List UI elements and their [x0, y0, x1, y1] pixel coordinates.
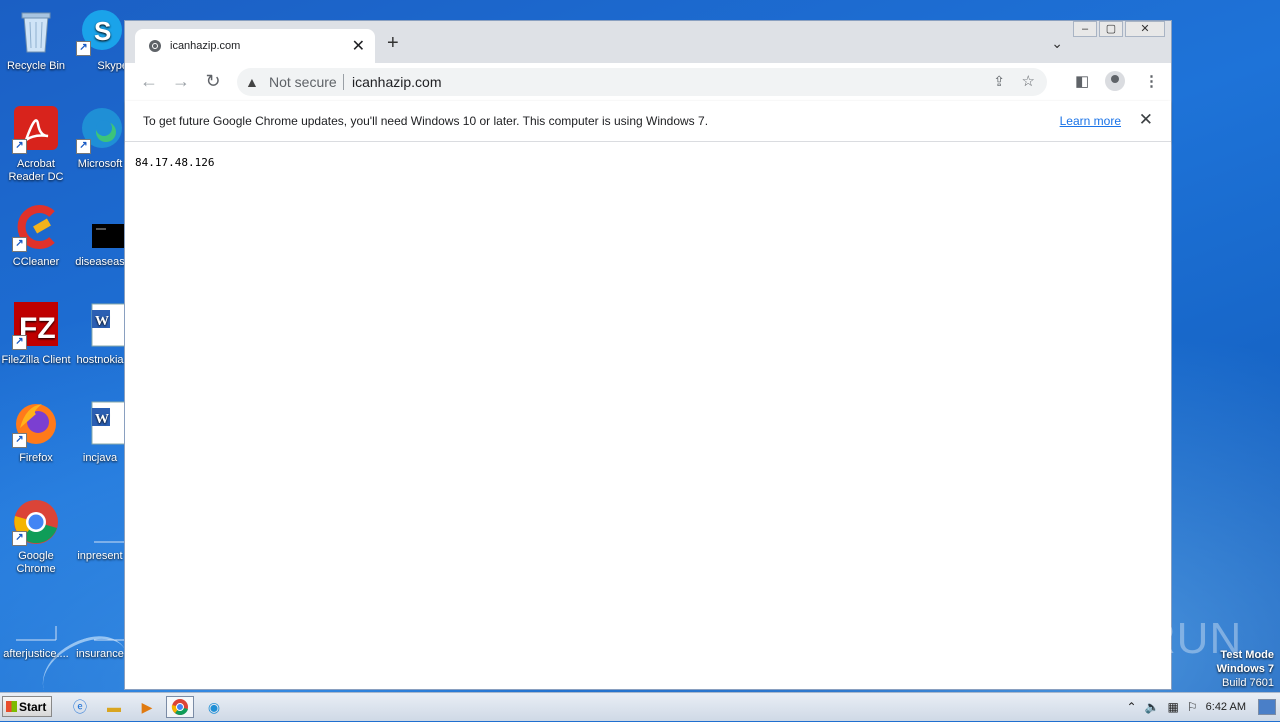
profile-avatar-icon[interactable]	[1105, 71, 1125, 91]
url-text[interactable]: icanhazip.com	[352, 74, 442, 90]
clock[interactable]: 6:42 AM	[1206, 701, 1246, 713]
side-panel-icon[interactable]: ◧	[1075, 72, 1089, 90]
watermark: ANY RUN	[1038, 614, 1243, 663]
shortcut-arrow-icon: ↗	[12, 237, 27, 252]
shortcut-arrow-icon: ↗	[12, 433, 27, 448]
security-status[interactable]: Not secure	[269, 74, 337, 90]
learn-more-link[interactable]: Learn more	[1060, 114, 1121, 128]
shortcut-arrow-icon: ↗	[12, 531, 27, 546]
bookmark-star-icon[interactable]: ☆	[1022, 72, 1035, 90]
desktop-icon-filezilla[interactable]: FZ ↗ FileZilla Client	[0, 302, 74, 367]
desktop-icon-google-chrome[interactable]: ↗ Google Chrome	[0, 498, 74, 576]
new-tab-button[interactable]: +	[387, 33, 399, 53]
taskbar-ie-icon[interactable]: ⓔ	[66, 696, 94, 718]
browser-tab[interactable]: icanhazip.com ✕	[135, 29, 375, 63]
globe-icon	[149, 40, 161, 52]
chrome-icon: ↗	[12, 498, 60, 546]
network-icon[interactable]: ▦	[1168, 700, 1179, 714]
share-icon[interactable]: ⇪	[993, 73, 1005, 90]
ip-address-text: 84.17.48.126	[135, 156, 215, 169]
tab-title: icanhazip.com	[170, 40, 241, 52]
taskbar-explorer-icon[interactable]: ▬	[100, 696, 128, 718]
tab-search-chevron-icon[interactable]: ⌄	[1051, 35, 1063, 52]
show-desktop-button[interactable]	[1258, 699, 1276, 715]
minimize-button[interactable]: –	[1073, 21, 1097, 37]
test-mode-notice: Test Mode Windows 7 Build 7601	[1216, 649, 1274, 689]
acrobat-icon: ↗	[12, 106, 60, 154]
desktop-icon-microsoft-edge[interactable]: ↗ Microsoft	[72, 106, 128, 171]
reload-button[interactable]: ↻	[203, 71, 223, 91]
chrome-window: – ▢ ✕ icanhazip.com ✕ + ⌄ ← → ↻ ▲ Not se…	[124, 20, 1172, 690]
menu-kebab-icon[interactable]: ⋮	[1144, 72, 1159, 90]
warning-icon[interactable]: ▲	[245, 74, 259, 90]
start-button[interactable]: Start	[2, 696, 52, 717]
shortcut-arrow-icon: ↗	[12, 335, 27, 350]
page-content: 84.17.48.126	[125, 142, 1171, 689]
file-icon	[12, 596, 60, 644]
volume-icon[interactable]: 🔈	[1145, 700, 1160, 714]
update-infobar: To get future Google Chrome updates, you…	[125, 101, 1171, 142]
action-center-flag-icon[interactable]: ⚐	[1187, 700, 1198, 714]
windows-flag-icon	[6, 701, 17, 712]
infobar-message: To get future Google Chrome updates, you…	[143, 114, 709, 128]
desktop-icon-insurance[interactable]: insurance	[72, 596, 128, 661]
word-doc-icon: W	[76, 302, 127, 350]
desktop-icon-acrobat[interactable]: ↗ Acrobat Reader DC	[0, 106, 74, 184]
desktop-icon-afterjustice[interactable]: afterjustice....	[0, 596, 74, 661]
desktop-icon-skype[interactable]: S ↗ Skype	[72, 8, 128, 73]
shortcut-arrow-icon: ↗	[76, 139, 91, 154]
taskbar-media-player-icon[interactable]: ▶	[133, 696, 161, 718]
desktop-icon-ccleaner[interactable]: ↗ CCleaner	[0, 204, 74, 269]
shortcut-arrow-icon: ↗	[76, 41, 91, 56]
firefox-icon: ↗	[12, 400, 60, 448]
omnibox-divider	[343, 74, 344, 90]
desktop-icon-recycle-bin[interactable]: Recycle Bin	[0, 8, 74, 73]
svg-text:W: W	[95, 412, 109, 427]
system-tray: ⌃ 🔈 ▦ ⚐ 6:42 AM	[1127, 693, 1280, 721]
recycle-bin-icon	[12, 8, 60, 56]
skype-icon: S ↗	[76, 8, 124, 56]
taskbar: Start ⓔ ▬ ▶ ◉ ⌃ 🔈 ▦ ⚐ 6:42 AM	[0, 692, 1280, 721]
shortcut-arrow-icon: ↗	[12, 139, 27, 154]
svg-text:S: S	[94, 16, 111, 46]
infobar-close-icon[interactable]: ✕	[1139, 110, 1153, 130]
ccleaner-icon: ↗	[12, 204, 60, 252]
filezilla-icon: FZ ↗	[12, 302, 60, 350]
file-icon	[76, 204, 132, 252]
tab-close-icon[interactable]: ✕	[352, 36, 365, 56]
window-controls: – ▢ ✕	[1071, 21, 1165, 39]
desktop-icon-firefox[interactable]: ↗ Firefox	[0, 400, 74, 465]
forward-button[interactable]: →	[171, 71, 191, 91]
file-icon	[76, 498, 126, 546]
browser-toolbar: ← → ↻ ▲ Not secure icanhazip.com ⇪ ☆ ◧ ⋮	[125, 63, 1171, 102]
desktop-icon-hostnokia[interactable]: W hostnokia	[72, 302, 128, 367]
desktop-icon-incjava[interactable]: W incjava	[72, 400, 128, 465]
close-window-button[interactable]: ✕	[1125, 21, 1165, 37]
taskbar-chrome-icon[interactable]	[166, 696, 194, 718]
svg-text:W: W	[95, 314, 109, 329]
desktop-icon-inpresent[interactable]: inpresent	[72, 498, 128, 563]
tray-expand-icon[interactable]: ⌃	[1127, 700, 1137, 714]
back-button[interactable]: ←	[139, 71, 159, 91]
taskbar-edge-icon[interactable]: ◉	[200, 696, 228, 718]
word-doc-icon: W	[76, 400, 127, 448]
file-icon	[76, 596, 126, 644]
desktop-icon-diseaseas[interactable]: diseaseas	[72, 204, 132, 269]
maximize-button[interactable]: ▢	[1099, 21, 1123, 37]
edge-icon: ↗	[76, 106, 124, 154]
address-bar[interactable]: ▲ Not secure icanhazip.com ⇪ ☆	[237, 68, 1047, 96]
